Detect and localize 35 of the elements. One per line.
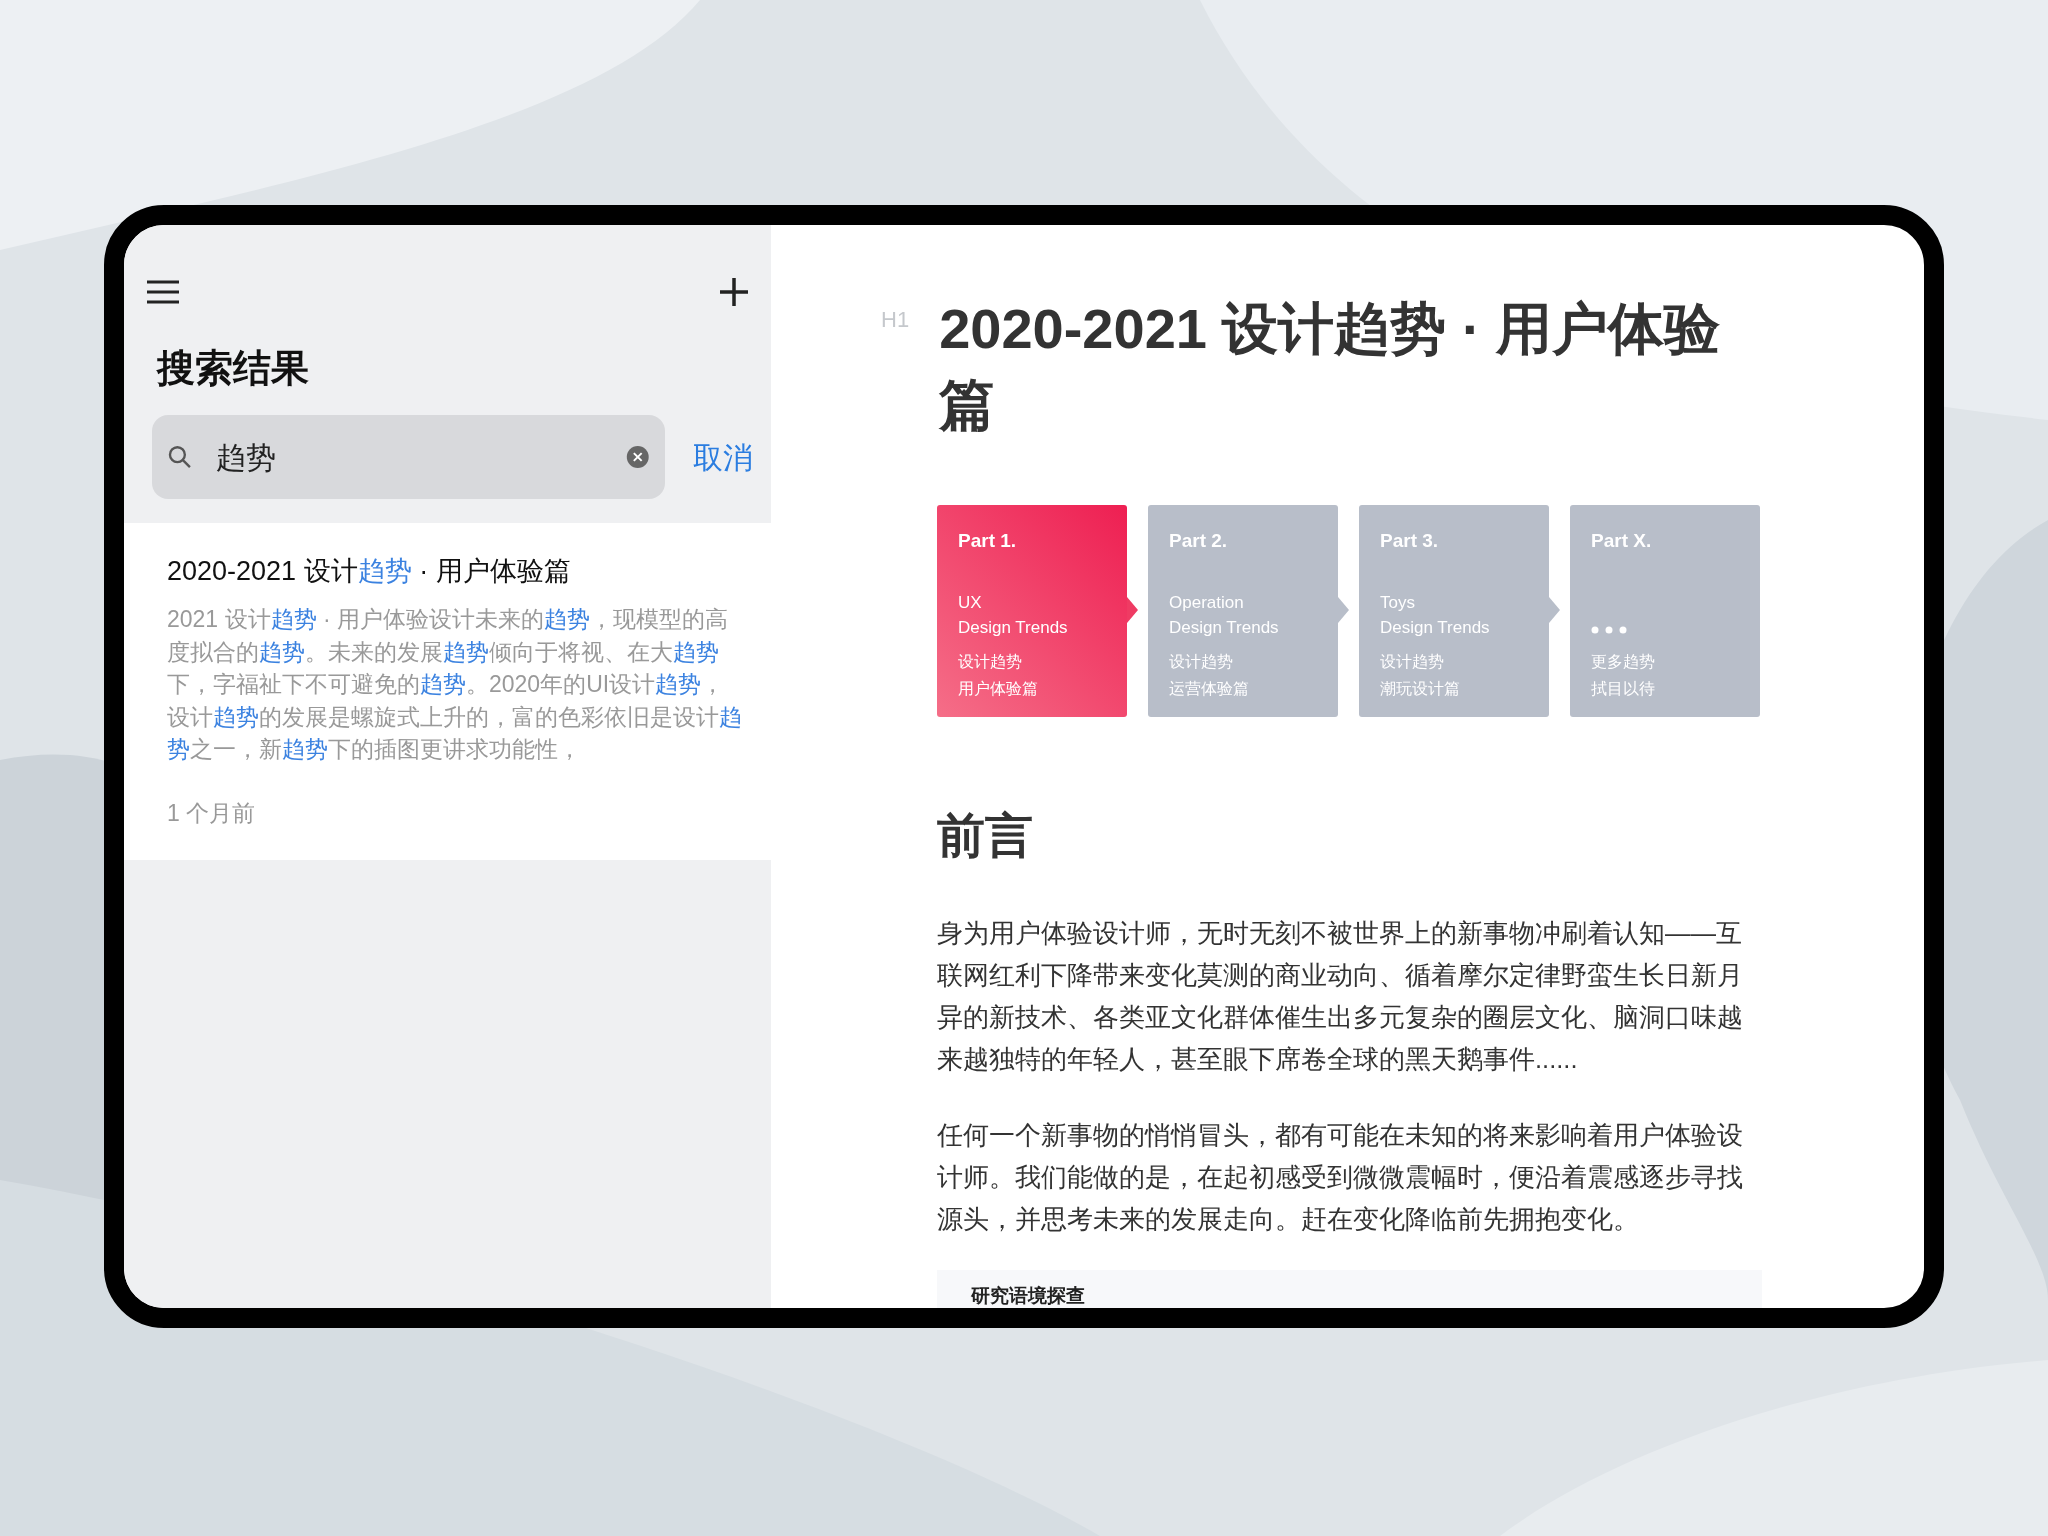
- cancel-button[interactable]: 取消: [693, 434, 753, 480]
- box-title: 研究语境探查: [971, 1285, 1085, 1306]
- card-title: UX Design Trends: [958, 591, 1069, 639]
- document-title: 2020-2021 设计趋势 · 用户体验篇: [939, 296, 1722, 438]
- body-paragraph: 任何一个新事物的悄悄冒头，都有可能在未知的将来影响着用户体验设计师。我们能做的是，在起初感受到微微震幅时，便沿着震感逐步寻找源头，并思考未来的发展走向。赶在变化降临前先拥抱变化。: [937, 1120, 1744, 1235]
- arrow-icon: [1338, 597, 1349, 623]
- heading-marker: H1: [881, 306, 910, 334]
- trend-card[interactable]: Part 1. UX Design Trends 设计趋势 用户体验篇: [937, 505, 1127, 717]
- trend-card[interactable]: Part X. 更多趋势 拭目以待: [1570, 505, 1760, 717]
- part-label: Part 2.: [1169, 529, 1229, 553]
- card-subtitle: 更多趋势 拭目以待: [1591, 651, 1656, 699]
- card-title: Operation Design Trends: [1169, 591, 1280, 639]
- page-title: 搜索结果: [157, 349, 310, 387]
- card-subtitle: 设计趋势 运营体验篇: [1169, 651, 1250, 699]
- menu-icon[interactable]: [146, 280, 180, 304]
- part-label: Part 1.: [958, 529, 1018, 553]
- trend-card[interactable]: Part 3. Toys Design Trends 设计趋势 潮玩设计篇: [1359, 505, 1549, 717]
- part-label: Part X.: [1591, 529, 1653, 553]
- search-field[interactable]: 趋势: [152, 415, 665, 499]
- arrow-icon: [1127, 597, 1138, 623]
- add-icon[interactable]: [719, 277, 749, 307]
- search-result-card[interactable]: 2020-2021 设计趋势 · 用户体验篇 2021 设计趋势 · 用户体验设计未来的趋势，现模型的高度拟合的趋势。未来的发展趋势倾向于将视、在大趋势 下，字福祉下不可避免的趋势。2020年的UI设计趋势，设计趋势的发展是螺旋式上升的，富的色彩依旧是设计趋势之一，新趋势下的插图更讲求功能性， 1 个月前: [124, 523, 771, 860]
- card-subtitle: 设计趋势 用户体验篇: [958, 651, 1039, 699]
- part-label: Part 3.: [1380, 529, 1440, 553]
- section-title: 前言: [937, 812, 1034, 860]
- dots-icon: [1591, 625, 1627, 634]
- card-title: Toys Design Trends: [1380, 591, 1491, 639]
- search-input[interactable]: 趋势: [215, 434, 602, 480]
- arrow-icon: [1549, 597, 1560, 623]
- result-snippet: 2021 设计趋势 · 用户体验设计未来的趋势，现模型的高度拟合的趋势。未来的发展趋势倾向于将视、在大趋势 下，字福祉下不可避免的趋势。2020年的UI设计趋势，设计趋势的发展是螺旋式上升的，富的色彩依旧是设计趋势之一，新趋势下的插图更讲求功能性，: [167, 605, 743, 764]
- trend-card[interactable]: Part 2. Operation Design Trends 设计趋势 运营体验篇: [1148, 505, 1338, 717]
- result-title: 2020-2021 设计趋势 · 用户体验篇: [167, 555, 572, 588]
- body-paragraph: 身为用户体验设计师，无时无刻不被世界上的新事物冲刷着认知——互联网红利下降带来变化莫测的商业动向、循着摩尔定律野蛮生长日新月异的新技术、各类亚文化群体催生出多元复杂的圈层文化、脑洞口味越来越独特的年轻人，甚至眼下席卷全球的黑天鹅事件......: [937, 918, 1744, 1075]
- card-subtitle: 设计趋势 潮玩设计篇: [1380, 651, 1461, 699]
- result-time: 1 个月前: [167, 798, 257, 828]
